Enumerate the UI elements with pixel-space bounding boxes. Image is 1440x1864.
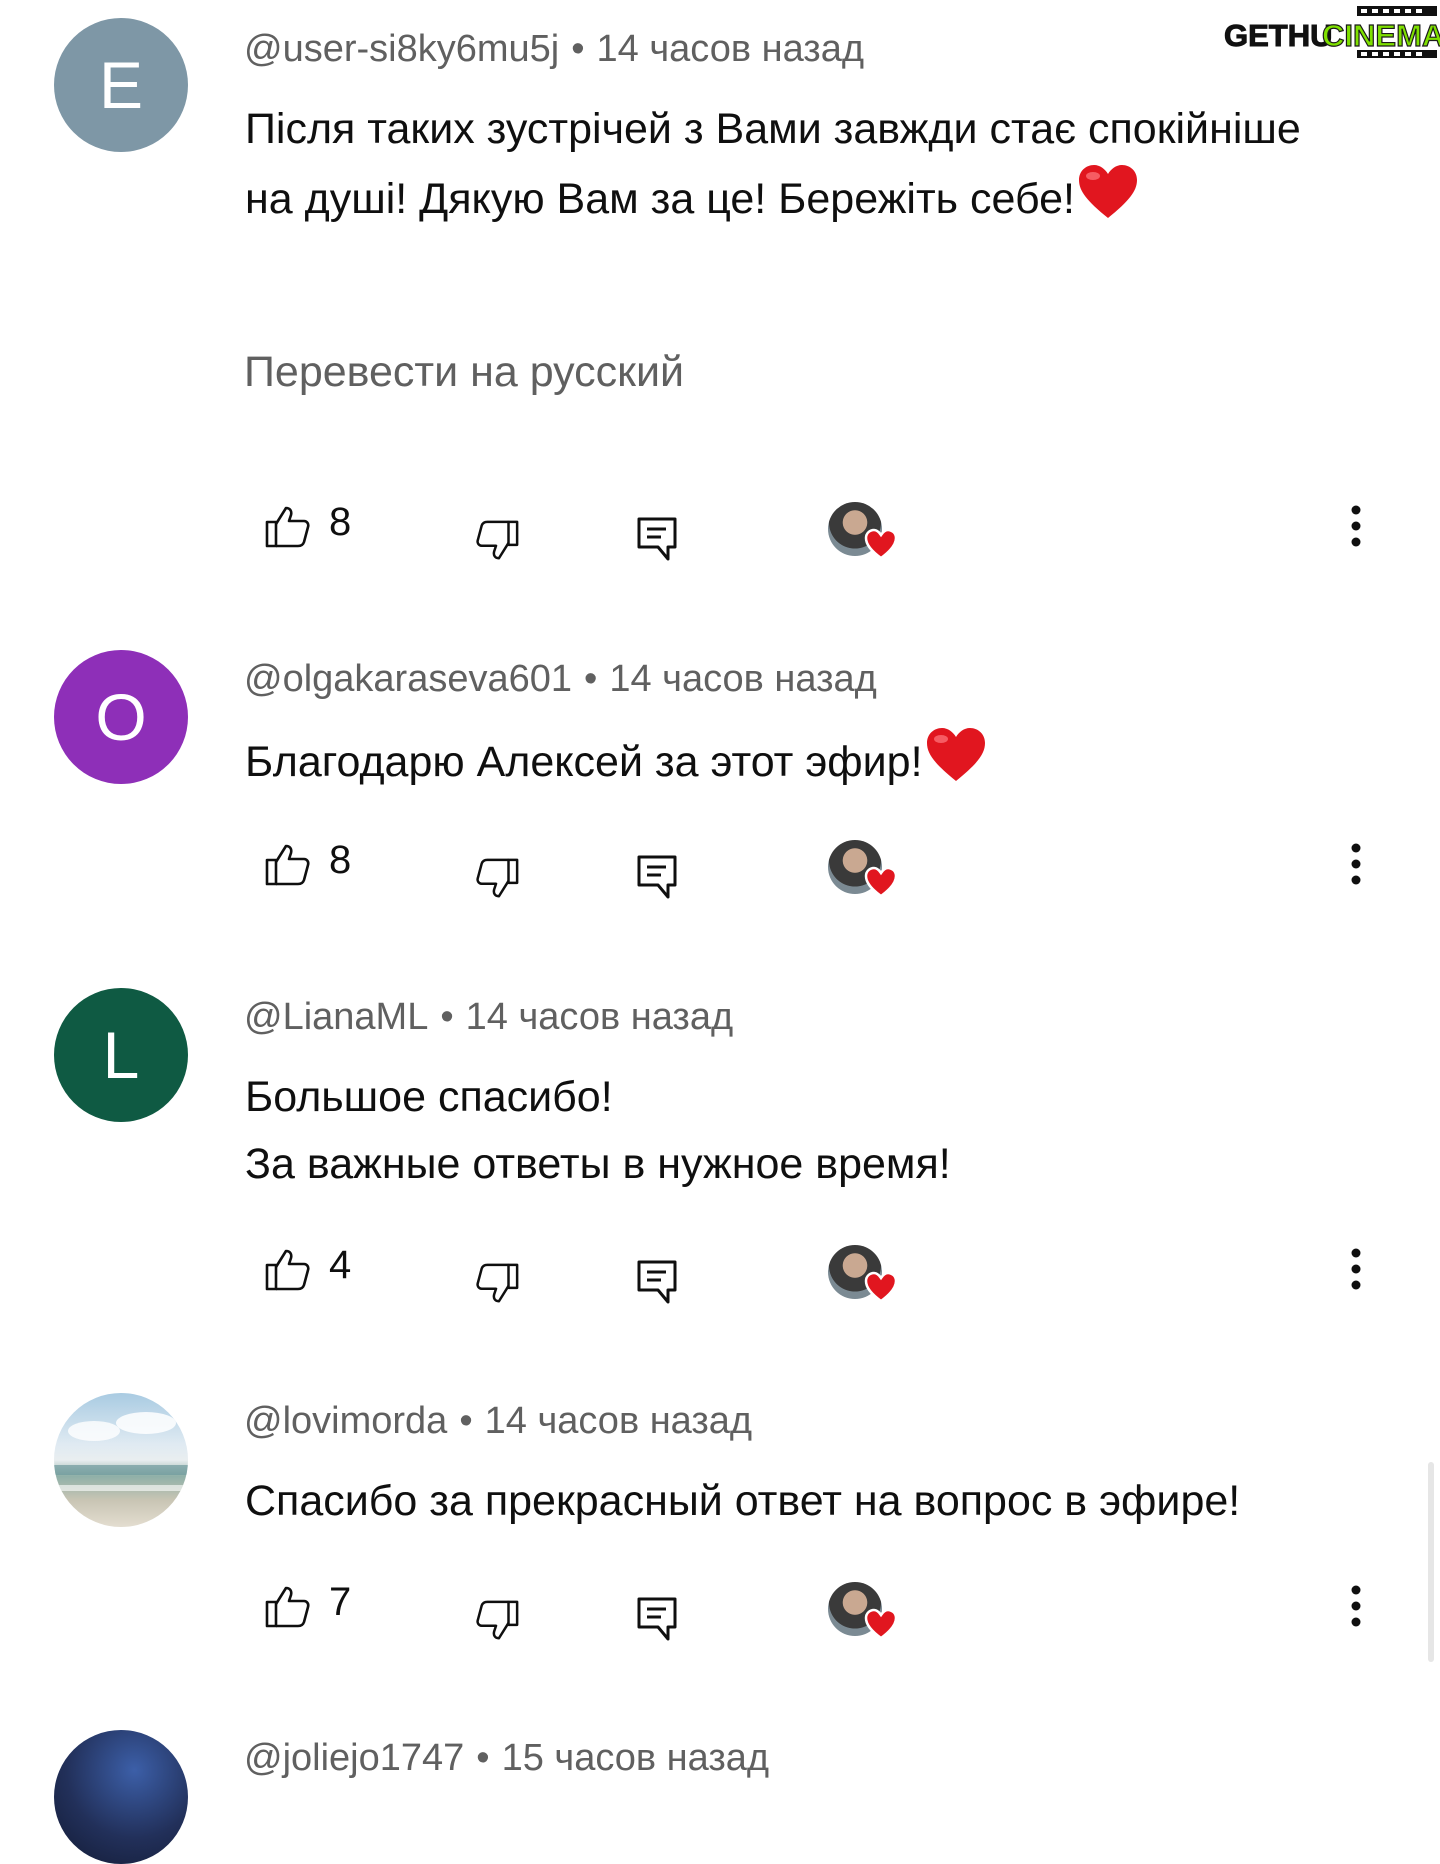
thumb-down-icon[interactable] bbox=[474, 1261, 520, 1307]
comment-body: Благодарю Алексей за этот эфир! bbox=[245, 738, 923, 786]
timestamp: 15 часов назад bbox=[501, 1737, 770, 1779]
timestamp: 14 часов назад bbox=[465, 996, 734, 1038]
comment-text: Після таких зустрічей з Вами завжди стає… bbox=[245, 96, 1345, 241]
username-link[interactable]: @lovimorda bbox=[244, 1400, 447, 1442]
comment-meta: @user-si8ky6mu5j • 14 часов назад bbox=[244, 28, 864, 71]
reply-comment-icon[interactable] bbox=[636, 1596, 678, 1642]
translate-link[interactable]: Перевести на русский bbox=[244, 348, 684, 397]
comment-text: Большое спасибо! За важные ответы в нужн… bbox=[245, 1073, 951, 1188]
meta-separator: • bbox=[476, 1737, 490, 1779]
beach-photo bbox=[54, 1412, 188, 1491]
like-count: 7 bbox=[329, 1580, 352, 1624]
comment-text: Благодарю Алексей за этот эфир! bbox=[245, 726, 1385, 804]
timestamp: 14 часов назад bbox=[596, 28, 865, 70]
comment-actions: 4 bbox=[0, 1243, 1440, 1325]
thumb-down-icon[interactable] bbox=[474, 1598, 520, 1644]
comment-meta: @joliejo1747 • 15 часов назад bbox=[244, 1737, 769, 1780]
thumb-down-icon[interactable] bbox=[474, 518, 520, 564]
timestamp: 14 часов назад bbox=[609, 658, 877, 700]
reply-comment-icon[interactable] bbox=[636, 1259, 678, 1305]
like-count: 4 bbox=[329, 1243, 352, 1287]
comment-meta: @LianaML • 14 часов назад bbox=[244, 996, 733, 1039]
red-heart-emoji-icon bbox=[1077, 163, 1139, 241]
comment-meta: @olgakaraseva601 • 14 часов назад bbox=[244, 658, 877, 701]
avatar[interactable]: E bbox=[54, 18, 188, 152]
avatar[interactable]: O bbox=[54, 650, 188, 784]
more-vertical-icon[interactable] bbox=[1346, 840, 1366, 888]
creator-heart-icon bbox=[828, 1582, 900, 1644]
username-link[interactable]: @joliejo1747 bbox=[244, 1737, 464, 1779]
avatar[interactable] bbox=[54, 1730, 188, 1864]
username-link[interactable]: @olgakaraseva601 bbox=[244, 658, 572, 700]
red-heart-emoji-icon bbox=[925, 726, 987, 804]
comment-meta: @lovimorda • 14 часов назад bbox=[244, 1400, 752, 1443]
meta-separator: • bbox=[584, 658, 598, 700]
comment-actions: 8 bbox=[0, 838, 1440, 920]
creator-heart-icon bbox=[828, 502, 900, 564]
svg-text:CINEMA: CINEMA bbox=[1322, 18, 1440, 53]
more-vertical-icon[interactable] bbox=[1346, 502, 1366, 550]
timestamp: 14 часов назад bbox=[484, 1400, 753, 1442]
comment-actions: 7 bbox=[0, 1580, 1440, 1662]
avatar[interactable]: L bbox=[54, 988, 188, 1122]
scrollbar[interactable] bbox=[1428, 1462, 1434, 1662]
creator-heart-icon bbox=[828, 840, 900, 902]
thumb-up-icon[interactable] bbox=[264, 1245, 312, 1293]
more-vertical-icon[interactable] bbox=[1346, 1582, 1366, 1630]
like-count: 8 bbox=[329, 500, 352, 544]
like-count: 8 bbox=[329, 838, 352, 882]
thumb-up-icon[interactable] bbox=[264, 1582, 312, 1630]
gethucinema-watermark-logo: GETHU CINEMA bbox=[1222, 6, 1440, 58]
more-vertical-icon[interactable] bbox=[1346, 1245, 1366, 1293]
reply-comment-icon[interactable] bbox=[636, 516, 678, 562]
comment-text: Спасибо за прекрасный ответ на вопрос в … bbox=[245, 1477, 1241, 1525]
svg-text:GETHU: GETHU bbox=[1224, 18, 1333, 53]
reply-comment-icon[interactable] bbox=[636, 854, 678, 900]
meta-separator: • bbox=[459, 1400, 473, 1442]
username-link[interactable]: @user-si8ky6mu5j bbox=[244, 28, 559, 70]
thumb-down-icon[interactable] bbox=[474, 856, 520, 902]
meta-separator: • bbox=[571, 28, 585, 70]
meta-separator: • bbox=[440, 996, 454, 1038]
creator-heart-icon bbox=[828, 1245, 900, 1307]
comment-body: Після таких зустрічей з Вами завжди стає… bbox=[245, 105, 1301, 223]
username-link[interactable]: @LianaML bbox=[244, 996, 428, 1038]
avatar[interactable] bbox=[54, 1393, 188, 1527]
thumb-up-icon[interactable] bbox=[264, 502, 312, 550]
thumb-up-icon[interactable] bbox=[264, 840, 312, 888]
comment-actions: 8 bbox=[0, 500, 1440, 582]
